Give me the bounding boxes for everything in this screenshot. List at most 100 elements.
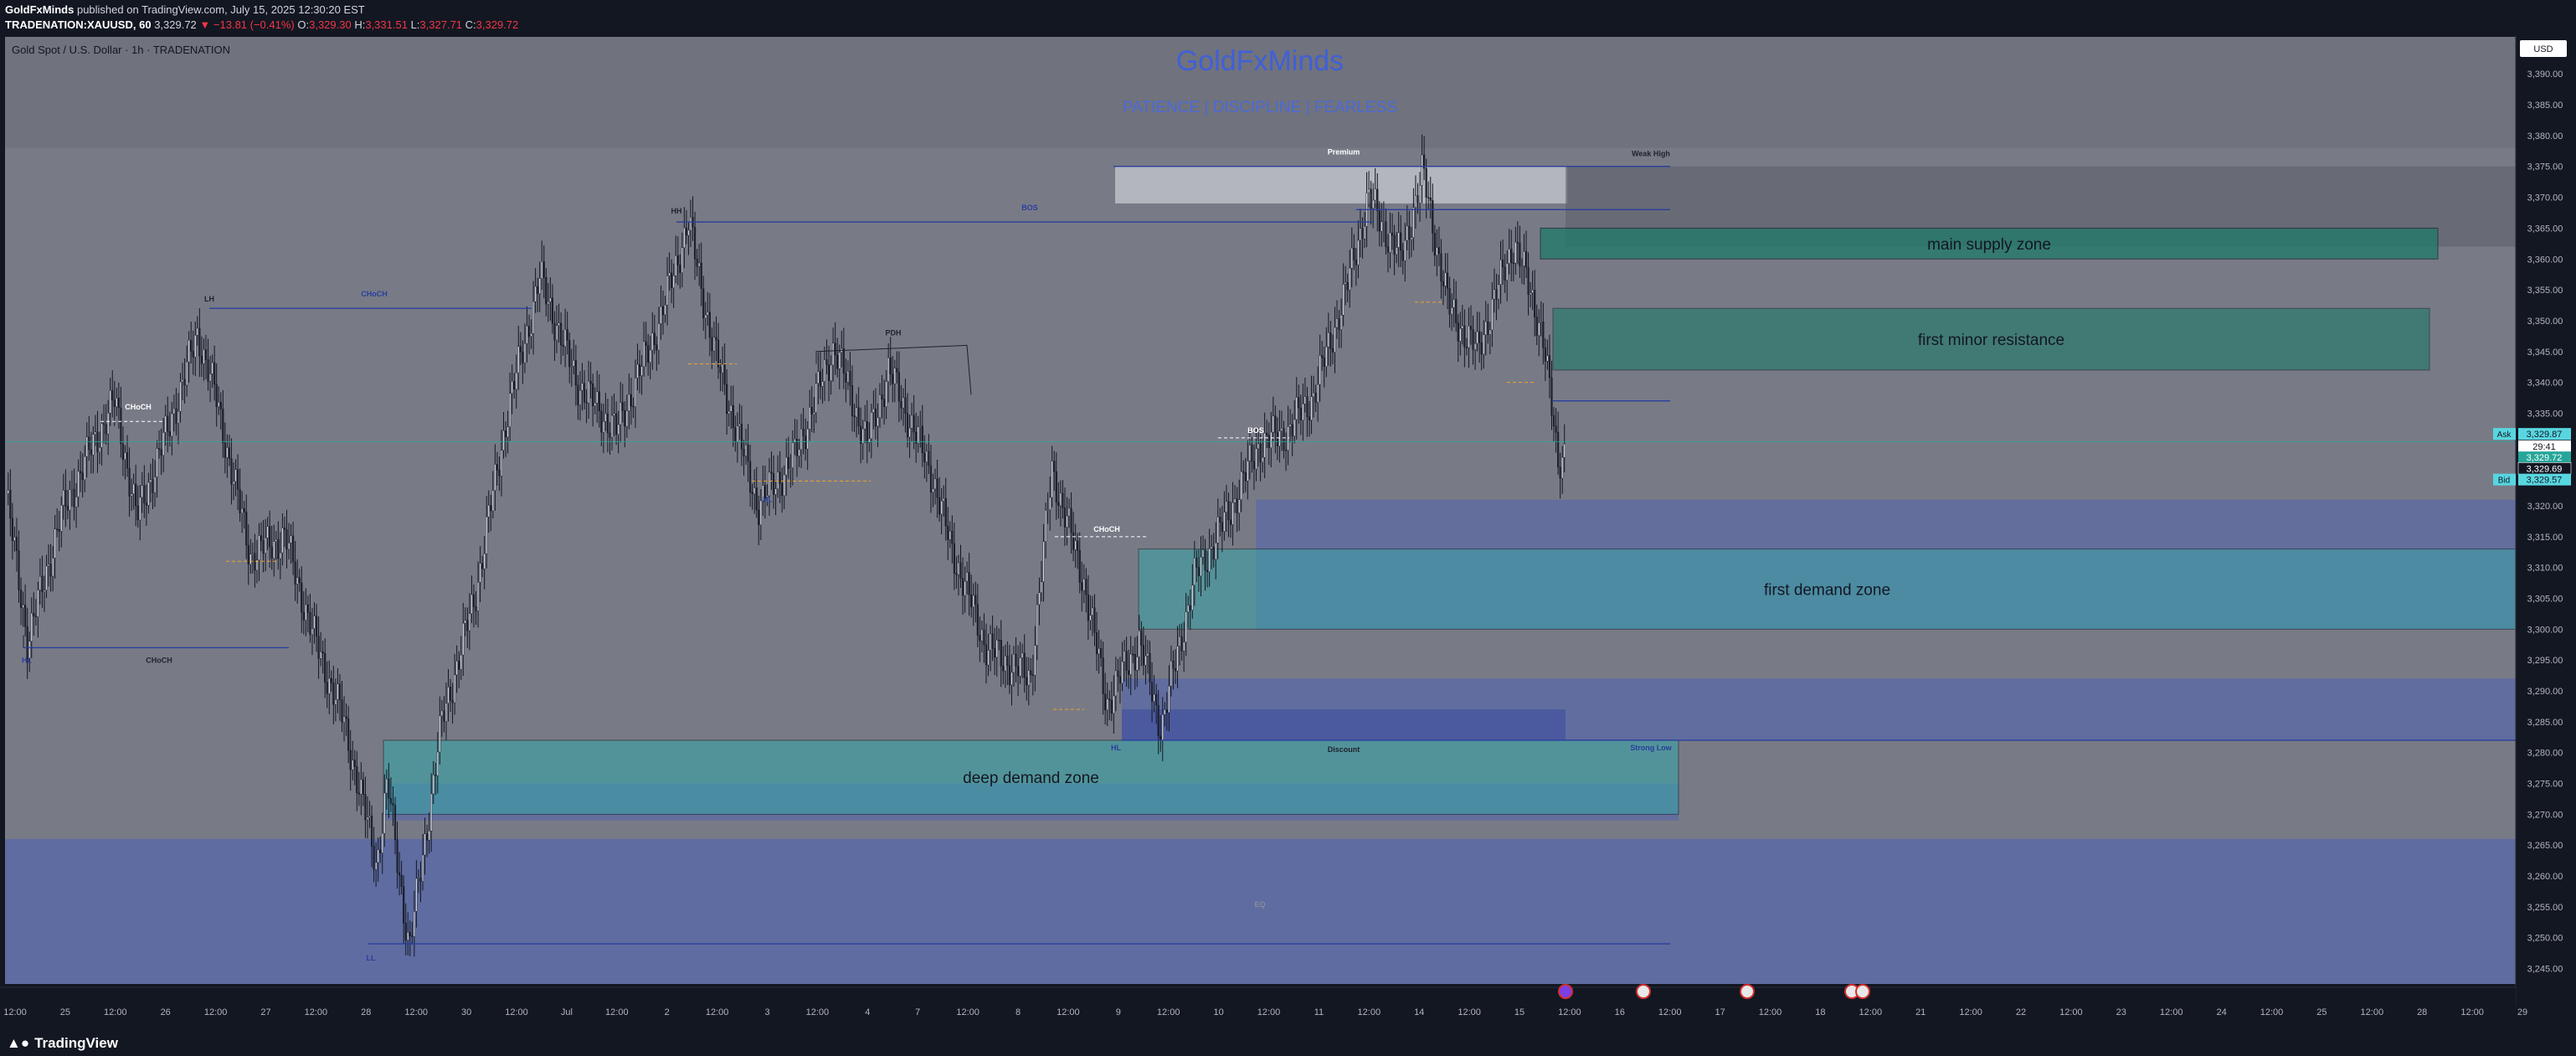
candle-up bbox=[124, 452, 126, 460]
candle-down bbox=[1104, 693, 1107, 711]
candle-down bbox=[551, 297, 554, 324]
candle-down bbox=[1125, 651, 1128, 671]
y-tick-23: 3,275.00 bbox=[2527, 780, 2563, 790]
tradingview-logo[interactable]: ▲● TradingView bbox=[7, 1035, 123, 1052]
candle-down bbox=[1165, 709, 1168, 713]
candle-down bbox=[913, 415, 915, 433]
x-tick-9: 30 bbox=[461, 1007, 471, 1017]
candle-up bbox=[311, 628, 314, 636]
candle-down bbox=[1283, 428, 1285, 451]
candle-down bbox=[685, 227, 688, 236]
candle-down bbox=[222, 409, 224, 444]
candle-down bbox=[1134, 653, 1136, 671]
candle-down bbox=[56, 528, 59, 530]
candle-up bbox=[156, 448, 158, 477]
candle-up bbox=[617, 424, 620, 435]
x-tick-13: 2 bbox=[665, 1007, 670, 1017]
candle-down bbox=[606, 413, 609, 434]
candle-up bbox=[830, 364, 832, 381]
candle-down bbox=[111, 390, 114, 400]
author-name[interactable]: GoldFxMinds bbox=[5, 3, 74, 16]
candle-down bbox=[749, 461, 752, 492]
candle-down bbox=[449, 687, 452, 701]
candle-down bbox=[1291, 424, 1293, 436]
candle-up bbox=[651, 332, 654, 351]
candle-down bbox=[409, 932, 411, 936]
candle-down bbox=[481, 563, 484, 569]
candle-up bbox=[486, 516, 488, 554]
candle-up bbox=[1289, 424, 1292, 427]
candle-up bbox=[744, 445, 748, 456]
candle-down bbox=[772, 473, 775, 495]
x-tick-46: 25 bbox=[2316, 1007, 2327, 1017]
candle-down bbox=[1081, 582, 1083, 591]
candle-up bbox=[1121, 661, 1123, 683]
candle-down bbox=[24, 605, 27, 627]
candle-down bbox=[1174, 668, 1177, 672]
candle-down bbox=[647, 345, 650, 363]
candle-down bbox=[33, 613, 35, 616]
candle-down bbox=[1469, 326, 1473, 330]
x-tick-26: 11 bbox=[1314, 1007, 1324, 1017]
candle-down bbox=[609, 432, 611, 438]
candle-up bbox=[360, 779, 362, 795]
price-chart[interactable]: main supply zone first minor resistance fi… bbox=[0, 35, 2576, 1028]
candle-down bbox=[747, 445, 749, 462]
candle-down bbox=[1006, 656, 1009, 666]
candle-down bbox=[364, 794, 367, 821]
lower-demand-band bbox=[5, 838, 2516, 984]
candle-down bbox=[152, 479, 154, 493]
candle-down bbox=[1525, 251, 1528, 268]
candle-down bbox=[88, 436, 90, 451]
candle-up bbox=[107, 413, 110, 435]
candle-up bbox=[868, 438, 871, 443]
x-tick-28: 14 bbox=[1414, 1007, 1424, 1017]
candle-down bbox=[341, 699, 343, 723]
candle-up bbox=[232, 481, 235, 485]
candle-up bbox=[636, 363, 639, 379]
candle-down bbox=[283, 528, 286, 530]
candle-down bbox=[836, 354, 839, 369]
candle-down bbox=[592, 384, 594, 406]
candle-down bbox=[113, 399, 116, 407]
candle-up bbox=[1262, 456, 1264, 463]
countdown-value: 29:41 bbox=[2532, 442, 2556, 452]
candle-down bbox=[1516, 241, 1519, 244]
candle-up bbox=[1491, 299, 1494, 331]
candle-down bbox=[1062, 492, 1064, 508]
candle-up bbox=[687, 229, 690, 236]
candle-up bbox=[1468, 326, 1470, 348]
candle-up bbox=[885, 381, 887, 407]
y-tick-19: 3,295.00 bbox=[2527, 656, 2563, 666]
watermark-tagline: PATIENCE | DISCIPLINE | FEARLESS bbox=[1123, 99, 1397, 116]
candle-down bbox=[834, 343, 836, 356]
candle-down bbox=[1433, 233, 1436, 256]
candle-down bbox=[1221, 522, 1223, 532]
candle-down bbox=[892, 373, 894, 384]
candle-down bbox=[1189, 605, 1191, 610]
candle-down bbox=[1534, 290, 1536, 317]
high-label: H: bbox=[354, 18, 366, 31]
candle-down bbox=[1031, 674, 1034, 677]
discount-box bbox=[1122, 709, 1566, 740]
candle-down bbox=[994, 648, 996, 658]
candle-down bbox=[349, 750, 352, 770]
candle-up bbox=[1034, 645, 1036, 676]
candle-up bbox=[234, 469, 237, 482]
candle-up bbox=[181, 379, 184, 383]
candle-down bbox=[306, 604, 309, 613]
candle-up bbox=[1493, 289, 1496, 300]
candle-down bbox=[1195, 558, 1198, 568]
candle-up bbox=[1216, 517, 1219, 543]
candle-down bbox=[1401, 250, 1404, 261]
candle-down bbox=[1132, 653, 1134, 656]
candle-up bbox=[1293, 419, 1296, 436]
candle-up bbox=[1335, 318, 1339, 328]
candle-up bbox=[1389, 232, 1391, 253]
candle-down bbox=[921, 425, 923, 454]
y-tick-16: 3,310.00 bbox=[2527, 564, 2563, 574]
candle-up bbox=[1059, 492, 1062, 506]
candle-down bbox=[805, 435, 807, 450]
candle-up bbox=[628, 394, 630, 411]
candle-up bbox=[424, 833, 426, 856]
